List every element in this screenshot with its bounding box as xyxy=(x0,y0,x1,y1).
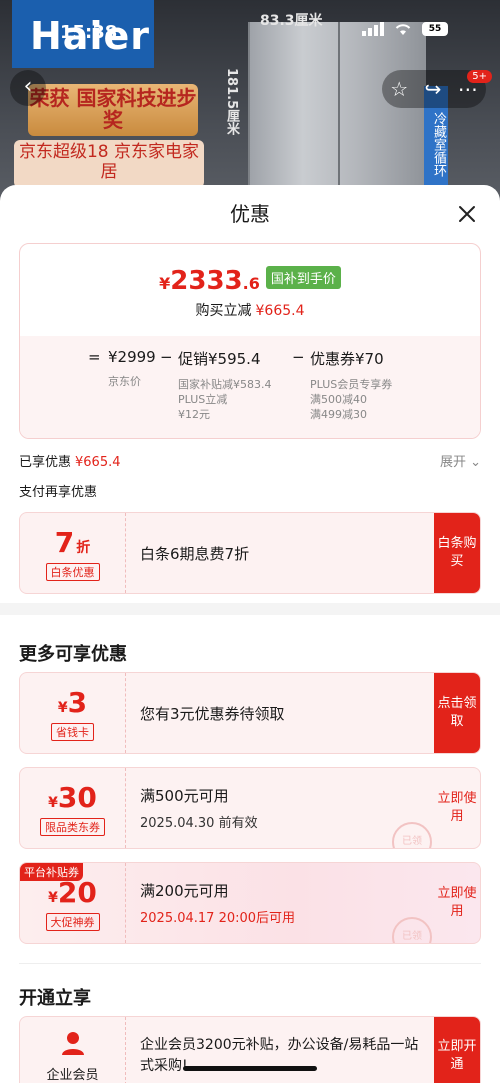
promo-detail: PLUS立减 xyxy=(178,393,228,406)
discount-value: 7折 xyxy=(54,525,91,559)
discount-tag: 白条优惠 xyxy=(45,562,100,581)
promo-amount: 促销¥595.4 xyxy=(178,350,261,368)
base-price: ¥2999 xyxy=(108,348,156,366)
sheet-title: 优惠 xyxy=(230,202,270,226)
minus-sign: − xyxy=(160,348,173,366)
use-now-button[interactable]: 立即使用 xyxy=(434,863,480,943)
status-time: 15:38 xyxy=(60,22,118,43)
product-image xyxy=(248,22,426,210)
user-icon xyxy=(61,1031,84,1055)
close-icon[interactable] xyxy=(456,203,478,225)
coupon-detail: PLUS会员专享券 xyxy=(310,378,393,391)
platform-subsidy-tag: 平台补贴券 xyxy=(20,863,83,881)
expand-button[interactable]: 展开 ⌄ xyxy=(440,451,481,470)
share-icon[interactable]: ↪ xyxy=(425,77,442,101)
status-icons: 55 xyxy=(362,22,448,36)
baitiao-buy-button[interactable]: 白条购买 xyxy=(434,513,480,593)
enjoyed-amount: ¥665.4 xyxy=(75,455,121,470)
coupon-value: ¥30 xyxy=(48,780,97,814)
enterprise-label: 企业会员 xyxy=(46,1067,99,1083)
coupon-value: ¥3 xyxy=(57,685,88,719)
coupon-tag: 省钱卡 xyxy=(51,722,94,741)
price-breakdown: = ¥2999 京东价 − 促销¥595.4 国家补贴减¥583.4 PLUS立… xyxy=(20,336,480,438)
section-divider xyxy=(0,603,500,615)
home-indicator[interactable] xyxy=(183,1066,317,1071)
favorite-icon[interactable]: ☆ xyxy=(390,77,408,101)
coupon-condition: 满500元可用 xyxy=(140,787,229,805)
divider xyxy=(19,963,481,964)
enterprise-card[interactable]: 企业会员 企业会员3200元补贴，办公设备/易耗品一站式采购! 立即开通 xyxy=(19,1016,481,1083)
discount-sheet: 优惠 ¥2333.6 国补到手价 购买立减¥665.4 = ¥2999 京东价 xyxy=(0,185,500,1083)
sheet-header: 优惠 xyxy=(0,185,500,243)
promo-badge: 京东超级18 京东家电家居 xyxy=(14,140,204,188)
coupon-description: 您有3元优惠券待领取 xyxy=(140,704,285,723)
pay-section-title: 支付再享优惠 xyxy=(19,485,98,500)
dimension-height: 181.5厘米 xyxy=(224,68,239,136)
coupon-tag: 限品类东券 xyxy=(40,817,105,836)
coupon-validity: 2025.04.17 20:00后可用 xyxy=(140,911,296,926)
chevron-down-icon: ⌄ xyxy=(470,455,481,470)
promo-detail: 国家补贴减¥583.4 xyxy=(178,378,272,391)
battery-icon: 55 xyxy=(422,22,448,36)
coupon-detail: 满499减30 xyxy=(310,408,367,421)
coupon-validity: 2025.04.30 前有效 xyxy=(140,816,258,831)
promo-detail: ¥12元 xyxy=(178,408,210,421)
claim-button[interactable]: 点击领取 xyxy=(434,673,480,753)
signal-icon xyxy=(362,22,384,36)
coupon-detail: 满500减40 xyxy=(310,393,367,406)
open-section-title: 开通立享 xyxy=(19,988,91,1009)
final-price: ¥2333.6 xyxy=(159,266,260,296)
coupon-condition: 满200元可用 xyxy=(140,882,229,900)
more-offers-title: 更多可享优惠 xyxy=(19,644,127,665)
coupon-card[interactable]: ¥30 限品类东券 满500元可用 2025.04.30 前有效 立即使用 已领 xyxy=(19,767,481,849)
card-description: 白条6期息费7折 xyxy=(140,544,250,563)
use-now-button[interactable]: 立即使用 xyxy=(434,768,480,848)
minus-sign: − xyxy=(292,348,305,366)
open-now-button[interactable]: 立即开通 xyxy=(434,1017,480,1083)
message-count-badge: 5+ xyxy=(467,70,492,83)
dimension-width: 83.3厘米 xyxy=(260,13,323,29)
save-row: 购买立减 ¥665.4 xyxy=(195,303,305,319)
equals-sign: = xyxy=(88,348,101,366)
baitiao-card[interactable]: 7折 白条优惠 白条6期息费7折 白条购买 xyxy=(19,512,481,594)
back-button[interactable]: ‹ xyxy=(10,70,46,106)
coupon-tag: 大促神券 xyxy=(45,912,100,931)
enjoyed-row: 已享优惠 ¥665.4 展开 ⌄ xyxy=(19,451,481,470)
price-summary: ¥2333.6 国补到手价 购买立减 ¥665.4 = ¥2999 京东价 − 促… xyxy=(19,243,481,439)
price-tag: 国补到手价 xyxy=(265,266,341,289)
coupon-amount: 优惠券¥70 xyxy=(310,350,384,368)
coupon-card[interactable]: ¥3 省钱卡 您有3元优惠券待领取 点击领取 xyxy=(19,672,481,754)
award-badge: 荣获 国家科技进步奖 xyxy=(28,84,198,136)
wifi-icon xyxy=(395,24,411,35)
enjoyed-label: 已享优惠 xyxy=(19,455,72,470)
coupon-card[interactable]: 平台补贴券 ¥20 大促神券 满200元可用 2025.04.17 20:00后… xyxy=(19,862,481,944)
base-price-label: 京东价 xyxy=(108,375,141,388)
